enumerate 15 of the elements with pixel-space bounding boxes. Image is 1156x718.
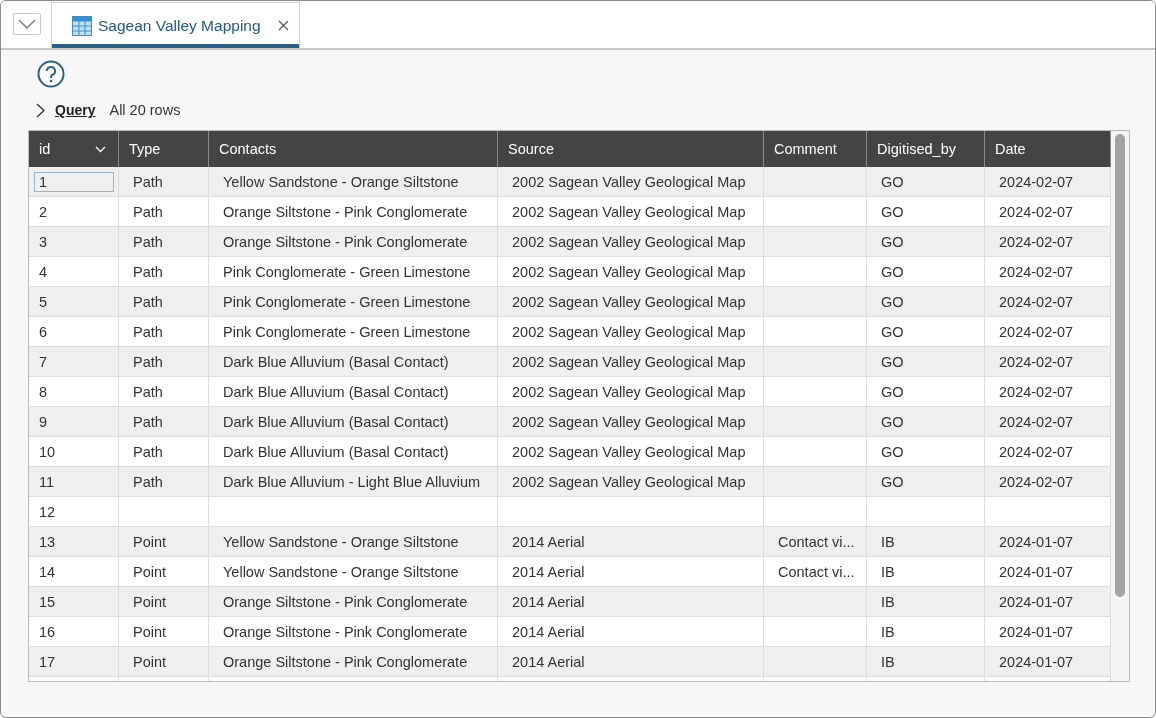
close-button[interactable] [278,20,289,31]
chevron-down-icon [95,145,106,153]
query-toggle[interactable]: Query [36,102,96,118]
help-button[interactable] [37,60,65,88]
close-icon [278,20,289,31]
document-tab[interactable]: Sagean Valley Mapping [51,2,300,48]
scrollbar-thumb[interactable] [1115,134,1125,597]
tab-title: Sagean Valley Mapping [98,16,262,35]
chevron-right-icon [36,102,45,118]
table-icon [72,15,92,36]
chevron-down-icon [18,19,36,29]
dropdown-button[interactable] [13,13,41,35]
table-cell[interactable]: 1 [29,167,119,197]
help-icon [37,60,65,88]
row-count: All 20 rows [109,102,181,118]
